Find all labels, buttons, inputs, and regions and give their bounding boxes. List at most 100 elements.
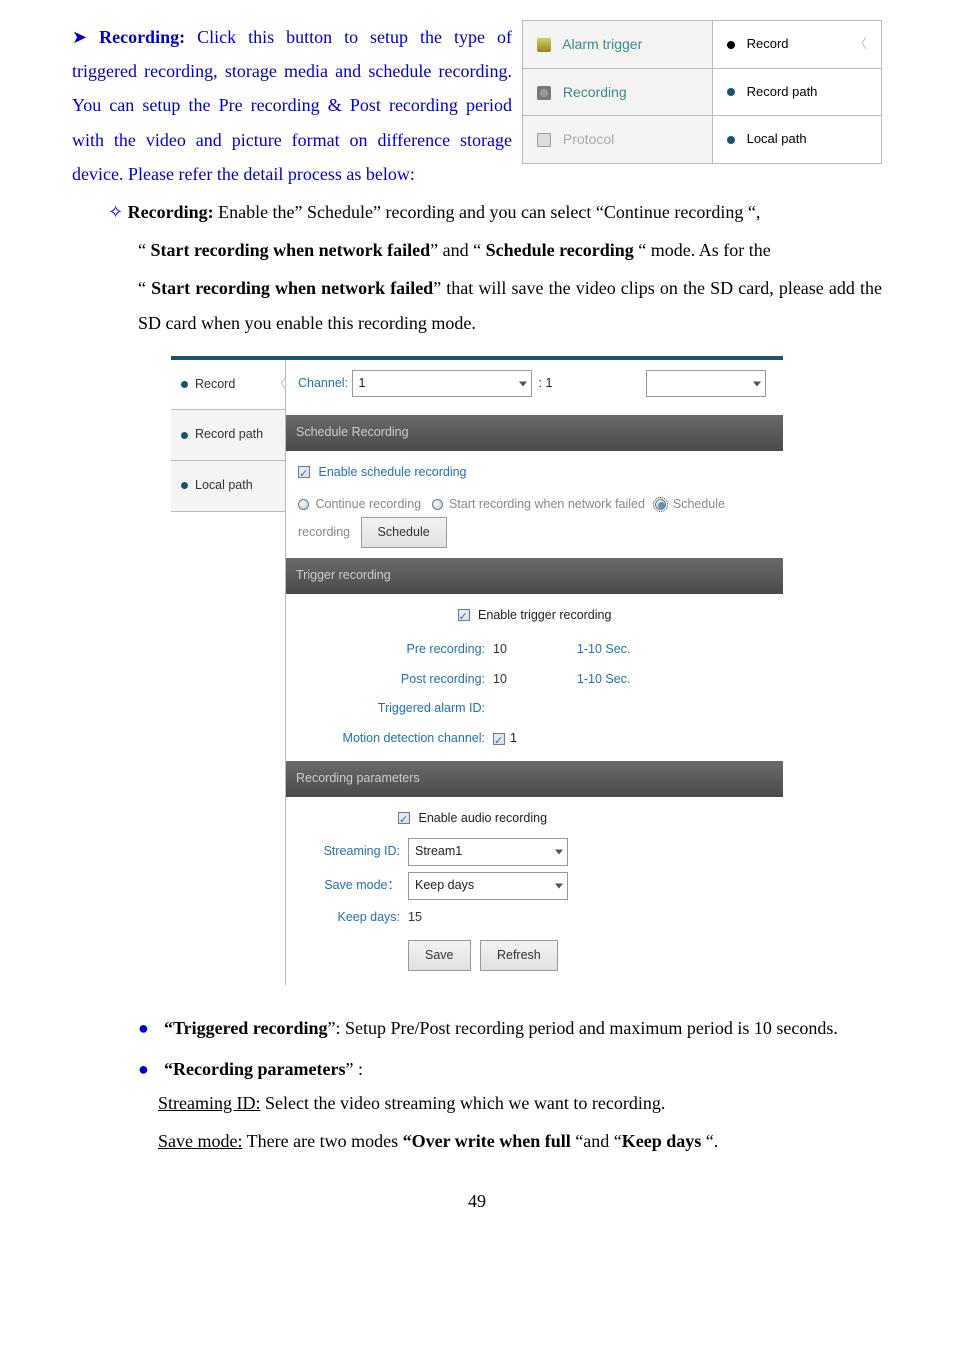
- radio-schedule[interactable]: [655, 499, 666, 510]
- start-fail-bold-1: Start recording when network failed: [151, 240, 431, 260]
- channel-row: Channel: 1 : 1: [298, 368, 771, 406]
- intro-text: Click this button to setup the type of t…: [72, 27, 512, 184]
- tab-alarm-trigger[interactable]: Alarm trigger: [523, 21, 713, 69]
- save-mode-end: “.: [701, 1131, 718, 1151]
- keep-days-value[interactable]: 15: [408, 906, 422, 930]
- settings-sidebar: Record 〈 Record path Local path: [171, 360, 286, 986]
- enable-schedule-checkbox[interactable]: [298, 466, 310, 478]
- settings-panel: Record 〈 Record path Local path Channel:…: [171, 356, 783, 986]
- pre-recording-value[interactable]: 10: [493, 638, 507, 662]
- enable-trigger-label: Enable trigger recording: [478, 608, 611, 622]
- dot-icon: [727, 88, 735, 96]
- tab-record[interactable]: Record 〈: [712, 21, 881, 69]
- dot-icon: [727, 41, 735, 49]
- post-recording-hint: 1-10 Sec.: [577, 668, 631, 692]
- motion-channel-checkbox[interactable]: [493, 733, 505, 745]
- streaming-id-value: Stream1: [415, 844, 462, 858]
- triggered-recording-head: “Triggered recording: [164, 1018, 327, 1038]
- tab-record-path-label: Record path: [747, 84, 818, 99]
- sidebar-item-local-path[interactable]: Local path: [171, 461, 285, 512]
- save-mode-row: Save mode： Keep days: [298, 872, 771, 900]
- bullet-icon: ●: [138, 1018, 149, 1038]
- dot-icon: [181, 432, 188, 439]
- keep-days-bold: Keep days: [622, 1131, 702, 1151]
- streaming-id-heading: Streaming ID:: [158, 1093, 260, 1113]
- motion-channel-label: Motion detection channel:: [298, 727, 493, 751]
- save-mode-value: Keep days: [415, 878, 474, 892]
- tab-record-label: Record: [747, 36, 789, 51]
- save-mode-mid: “and “: [571, 1131, 622, 1151]
- button-row: Save Refresh: [298, 940, 771, 972]
- sidebar-record-path-label: Record path: [195, 427, 263, 441]
- streaming-id-label: Streaming ID:: [298, 840, 408, 864]
- keep-days-label: Keep days:: [298, 906, 408, 930]
- channel-select[interactable]: 1: [352, 370, 532, 398]
- motion-channel-row: Motion detection channel: 1: [298, 727, 771, 751]
- tab-recording[interactable]: Recording: [523, 68, 713, 116]
- sidebar-record-label: Record: [195, 377, 235, 391]
- enable-schedule-row: Enable schedule recording: [298, 461, 771, 485]
- sidebar-item-record-path[interactable]: Record path: [171, 410, 285, 461]
- streaming-id-select[interactable]: Stream1: [408, 838, 568, 866]
- start-fail-mid: ” and “: [430, 240, 485, 260]
- diamond-arrow-icon: ✧: [108, 202, 123, 222]
- tab-protocol[interactable]: Protocol: [523, 116, 713, 164]
- bell-icon: [537, 38, 551, 52]
- streaming-id-row: Streaming ID: Stream1: [298, 838, 771, 866]
- recording-parameters-head: “Recording parameters: [164, 1059, 345, 1079]
- schedule-recording-bold: Schedule recording: [486, 240, 634, 260]
- enable-audio-row: Enable audio recording: [298, 807, 771, 831]
- settings-main: Channel: 1 : 1 Schedule Recording Enable…: [286, 360, 783, 986]
- enable-schedule-label: Enable schedule recording: [318, 465, 466, 479]
- save-mode-line: Save mode: There are two modes “Over wri…: [72, 1124, 882, 1158]
- streaming-id-line: Streaming ID: Select the video streaming…: [72, 1086, 882, 1120]
- channel-number: 1: [545, 376, 552, 390]
- tab-recording-label: Recording: [563, 84, 627, 100]
- schedule-options-row: Continue recording Start recording when …: [298, 493, 771, 549]
- keep-days-row: Keep days: 15: [298, 906, 771, 930]
- save-button[interactable]: Save: [408, 940, 471, 972]
- post-recording-value[interactable]: 10: [493, 668, 507, 692]
- triggered-alarm-label: Triggered alarm ID:: [298, 697, 493, 721]
- sidebar-item-record[interactable]: Record 〈: [171, 360, 285, 411]
- recording-parameters-rest: ” :: [345, 1059, 363, 1079]
- motion-channel-value: 1: [510, 727, 517, 751]
- page-number: 49: [72, 1184, 882, 1218]
- recording-parameters-bullet: ● “Recording parameters” :: [72, 1052, 882, 1086]
- tab-protocol-label: Protocol: [563, 131, 614, 147]
- nav-tabs-table: Alarm trigger Record 〈 Recording Record …: [522, 20, 882, 164]
- save-mode-select[interactable]: Keep days: [408, 872, 568, 900]
- enable-audio-checkbox[interactable]: [398, 812, 410, 824]
- radio-start-fail[interactable]: [432, 499, 443, 510]
- over-write-bold: “Over write when full: [403, 1131, 571, 1151]
- bullet-icon: ●: [138, 1059, 149, 1079]
- channel-value: 1: [359, 376, 366, 390]
- tab-record-path[interactable]: Record path: [712, 68, 881, 116]
- sidebar-local-path-label: Local path: [195, 478, 253, 492]
- pre-recording-label: Pre recording:: [298, 638, 493, 662]
- diamond-paragraph: ✧ Recording: Enable the” Schedule” recor…: [72, 195, 882, 229]
- opt-continue-label: Continue recording: [315, 497, 421, 511]
- pre-recording-row: Pre recording: 10 1-10 Sec.: [298, 638, 771, 662]
- schedule-button[interactable]: Schedule: [361, 517, 447, 549]
- arrow-icon: ➤: [72, 27, 87, 47]
- channel-secondary-select[interactable]: [646, 370, 766, 398]
- refresh-button[interactable]: Refresh: [480, 940, 558, 972]
- recording-heading: Recording:: [99, 27, 185, 47]
- radio-continue[interactable]: [298, 499, 309, 510]
- start-fail-line-2: “ Start recording when network failed” t…: [72, 271, 882, 339]
- tab-alarm-trigger-label: Alarm trigger: [562, 36, 642, 52]
- tab-local-path[interactable]: Local path: [712, 116, 881, 164]
- channel-label: Channel:: [298, 376, 348, 390]
- triggered-alarm-row: Triggered alarm ID:: [298, 697, 771, 721]
- dot-icon: [727, 136, 735, 144]
- save-mode-text-1: There are two modes: [242, 1131, 402, 1151]
- post-recording-row: Post recording: 10 1-10 Sec.: [298, 668, 771, 692]
- chevron-left-icon: 〈: [273, 373, 286, 397]
- enable-trigger-checkbox[interactable]: [458, 609, 470, 621]
- dot-icon: [181, 381, 188, 388]
- magnifier-icon: [537, 133, 551, 147]
- post-recording-label: Post recording:: [298, 668, 493, 692]
- enable-trigger-row: Enable trigger recording: [298, 604, 771, 628]
- enable-recording-text: Enable the” Schedule” recording and you …: [218, 202, 760, 222]
